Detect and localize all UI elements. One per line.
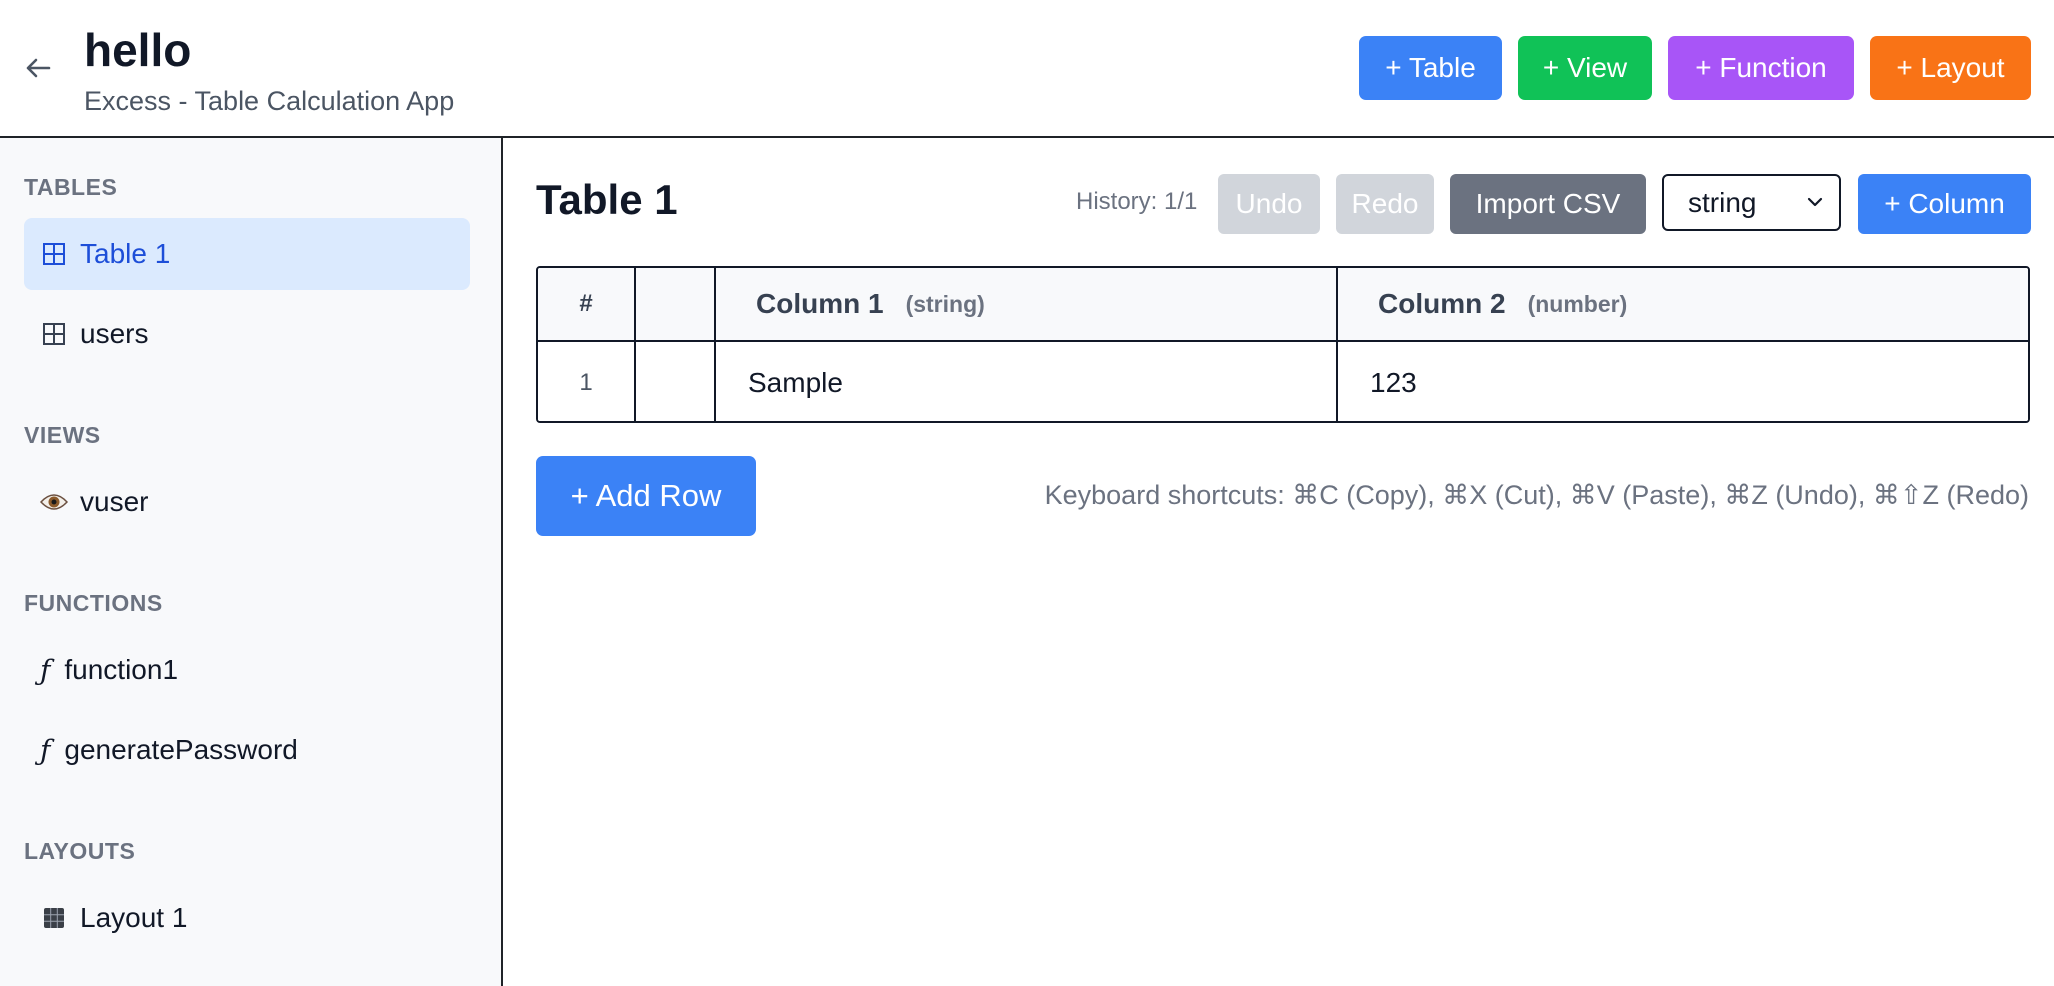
add-function-button[interactable]: + Function	[1668, 36, 1854, 100]
sidebar-item-label: Layout 1	[80, 902, 188, 933]
eye-icon	[40, 488, 68, 516]
back-button[interactable]	[20, 50, 56, 86]
redo-button[interactable]: Redo	[1336, 174, 1434, 234]
sidebar-item-vuser[interactable]: vuser	[24, 466, 470, 538]
grid-icon	[40, 240, 68, 268]
row-number-header: #	[579, 290, 593, 317]
add-view-button[interactable]: + View	[1518, 36, 1652, 100]
data-table: # Column 1 (string) Column 2 (number) 1 …	[536, 266, 2030, 423]
column-header-2[interactable]: Column 2 (number)	[1338, 268, 2028, 340]
column-type-select[interactable]: string	[1662, 174, 1841, 231]
column-header-name: Column 2	[1378, 288, 1506, 319]
history-indicator: History: 1/1	[1076, 188, 1198, 215]
sidebar-item-label: generatePassword	[64, 734, 298, 765]
table-row: 1 Sample 123	[538, 342, 2028, 421]
tables-heading: TABLES	[24, 174, 118, 200]
add-table-button[interactable]: + Table	[1359, 36, 1502, 100]
undo-button[interactable]: Undo	[1218, 174, 1320, 234]
add-layout-button[interactable]: + Layout	[1870, 36, 2031, 100]
row-handle-header	[636, 268, 714, 340]
grid-icon	[40, 320, 68, 348]
sidebar-item-generatepassword[interactable]: ƒ generatePassword	[24, 714, 470, 786]
function-icon: ƒ	[40, 733, 51, 767]
views-heading: VIEWS	[24, 422, 101, 448]
import-csv-button[interactable]: Import CSV	[1450, 174, 1646, 234]
function-icon: ƒ	[40, 653, 51, 687]
add-column-button[interactable]: + Column	[1858, 174, 2031, 234]
app-header: hello Excess - Table Calculation App + T…	[0, 0, 2054, 138]
column-header-name: Column 1	[756, 288, 884, 319]
sidebar: TABLES Table 1 users VIEWS vuser FUNCTIO…	[0, 138, 503, 986]
column-header-type: (number)	[1527, 290, 1628, 317]
table-cell[interactable]: Sample	[716, 342, 1336, 421]
sidebar-item-users[interactable]: users	[24, 298, 470, 370]
column-type-select-value: string	[1688, 186, 1757, 218]
sidebar-item-label: users	[80, 318, 149, 349]
app-title: hello	[84, 24, 192, 76]
sidebar-item-layout-1[interactable]: Layout 1	[24, 882, 470, 954]
column-header-type: (string)	[905, 290, 985, 317]
sidebar-item-table-1[interactable]: Table 1	[24, 218, 470, 290]
table-title: Table 1	[536, 176, 678, 223]
app-subtitle: Excess - Table Calculation App	[84, 86, 455, 116]
functions-heading: FUNCTIONS	[24, 590, 163, 616]
arrow-left-icon	[26, 58, 51, 78]
column-header-1[interactable]: Column 1 (string)	[716, 268, 1336, 340]
layouts-heading: LAYOUTS	[24, 838, 136, 864]
sidebar-item-label: function1	[64, 654, 179, 685]
sidebar-item-function1[interactable]: ƒ function1	[24, 634, 470, 706]
add-row-button[interactable]: + Add Row	[536, 456, 756, 536]
sidebar-item-label: vuser	[80, 486, 149, 517]
row-handle[interactable]	[636, 342, 714, 421]
sidebar-item-label: Table 1	[80, 238, 171, 269]
table-cell[interactable]: 123	[1338, 342, 2028, 421]
table-header-row: # Column 1 (string) Column 2 (number)	[538, 268, 2028, 342]
chevron-down-icon	[1807, 197, 1823, 207]
keyboard-shortcuts-hint: Keyboard shortcuts: ⌘C (Copy), ⌘X (Cut),…	[1044, 480, 2029, 510]
layout-icon	[40, 904, 68, 932]
row-number: 1	[579, 368, 593, 396]
